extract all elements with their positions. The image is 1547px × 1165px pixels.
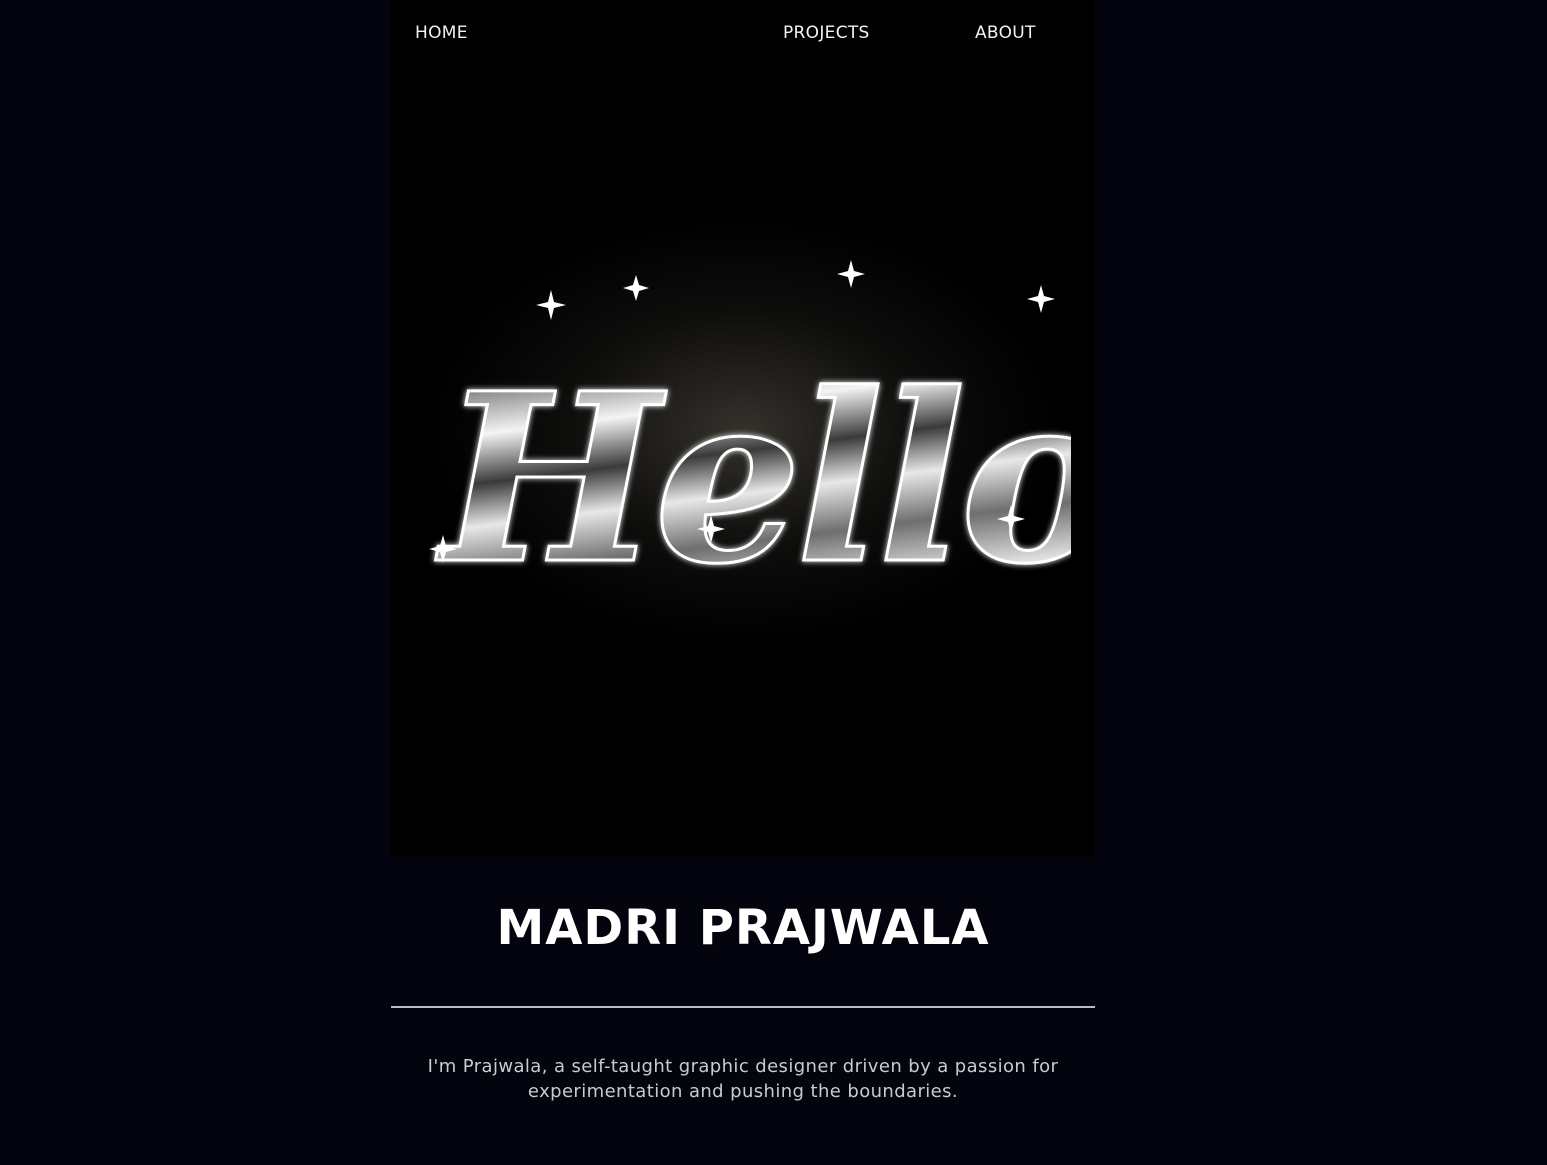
sparkle-icon <box>837 260 865 288</box>
sparkle-icon <box>623 275 649 301</box>
designer-name: MADRI PRAJWALA <box>496 900 990 956</box>
sparkle-icon <box>536 290 566 320</box>
section-divider <box>391 1006 1095 1008</box>
hero-section: HOME PROJECTS ABOUT Hell <box>391 0 1095 856</box>
nav-projects-link[interactable]: PROJECTS <box>783 23 870 43</box>
hello-text: Hello! <box>435 342 1071 610</box>
nav-about-link[interactable]: ABOUT <box>975 23 1036 43</box>
sparkle-icon <box>1027 285 1055 313</box>
hello-chrome-lettering: Hello! <box>429 260 1071 610</box>
portfolio-page: HOME PROJECTS ABOUT Hell MADRI PRAJWALA … <box>391 0 1095 1165</box>
nav-home-link[interactable]: HOME <box>415 23 468 43</box>
bio-text: I'm Prajwala, a self-taught graphic desi… <box>427 1056 1059 1102</box>
